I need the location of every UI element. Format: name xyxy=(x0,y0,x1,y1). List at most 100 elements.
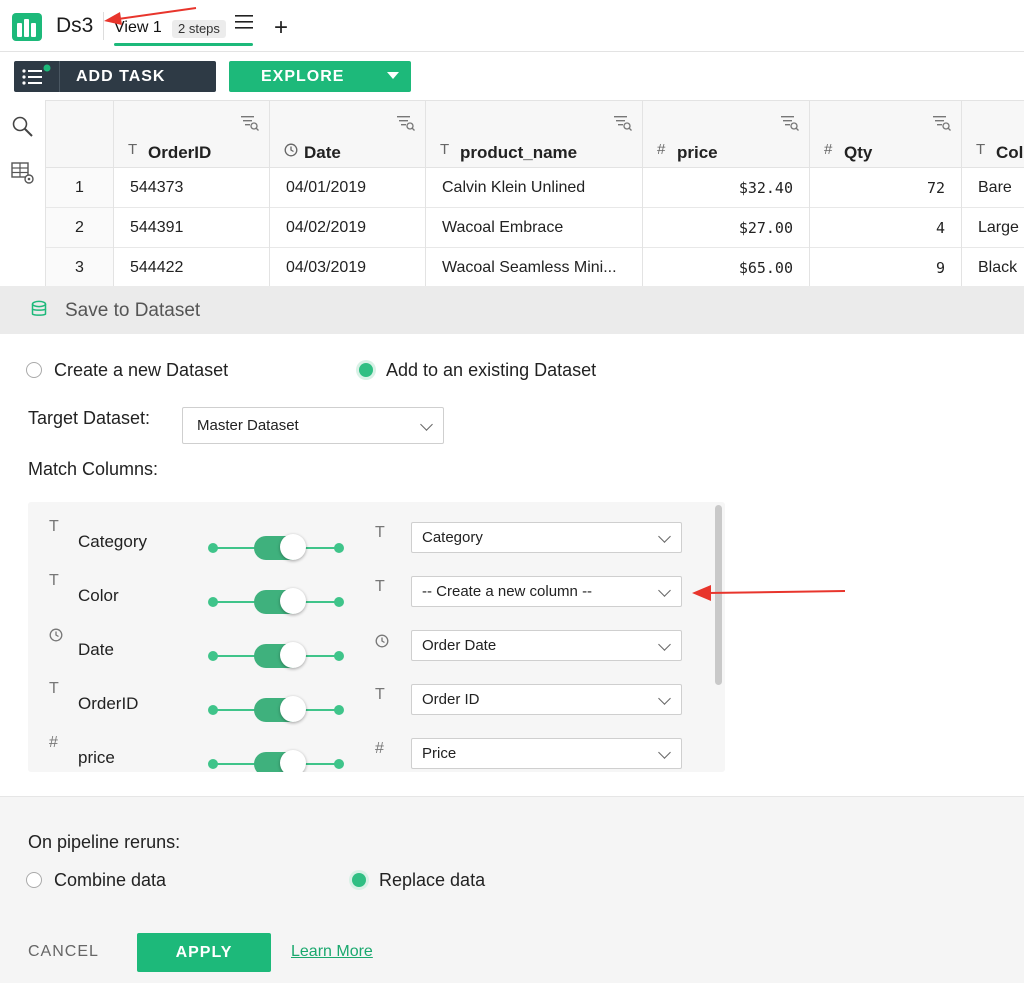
cancel-button[interactable]: CANCEL xyxy=(28,943,99,961)
source-column-name: OrderID xyxy=(78,694,139,713)
combine-data-label[interactable]: Combine data xyxy=(54,870,166,891)
column-name: OrderID xyxy=(148,143,212,162)
index-header xyxy=(46,101,113,168)
column-filter-icon[interactable] xyxy=(241,115,259,131)
table-cell[interactable]: Wacoal Seamless Mini... xyxy=(426,248,642,286)
match-row: Date Order Date xyxy=(28,612,725,668)
table-cell[interactable]: Wacoal Embrace xyxy=(426,208,642,248)
combine-data-radio[interactable] xyxy=(26,872,42,888)
learn-more-link[interactable]: Learn More xyxy=(291,943,373,961)
column-qty[interactable]: # Qty 72 4 9 xyxy=(810,101,962,286)
target-column-value: Category xyxy=(422,529,483,546)
title-divider xyxy=(103,12,104,40)
table-cell[interactable]: 544391 xyxy=(114,208,269,248)
table-cell[interactable]: 72 xyxy=(810,168,961,208)
add-existing-dataset-radio[interactable] xyxy=(359,363,373,377)
column-product-name[interactable]: T product_name Calvin Klein Unlined Waco… xyxy=(426,101,643,286)
add-task-button[interactable]: ADD TASK xyxy=(14,61,216,92)
column-name: Colo xyxy=(996,143,1024,162)
column-map-toggle[interactable] xyxy=(208,534,344,560)
table-cell[interactable]: $32.40 xyxy=(643,168,809,208)
add-view-plus-icon[interactable]: + xyxy=(274,16,288,40)
table-settings-icon[interactable] xyxy=(10,160,36,186)
hamburger-menu-icon[interactable] xyxy=(235,14,253,30)
replace-data-radio[interactable] xyxy=(352,873,366,887)
number-type-icon: # xyxy=(824,141,833,158)
explore-button[interactable]: EXPLORE xyxy=(229,61,411,92)
match-columns-label: Match Columns: xyxy=(28,459,159,479)
chevron-down-icon xyxy=(658,638,671,651)
target-column-select[interactable]: Order Date xyxy=(411,630,682,661)
target-column-select[interactable]: Price xyxy=(411,738,682,769)
column-header[interactable]: T Colo xyxy=(962,101,1024,168)
table-cell[interactable]: Large xyxy=(962,208,1024,248)
grid-left-rail xyxy=(0,100,46,286)
row-index-column: 1 2 3 xyxy=(46,101,114,286)
column-price[interactable]: # price $32.40 $27.00 $65.00 xyxy=(643,101,810,286)
table-cell[interactable]: 04/01/2019 xyxy=(270,168,425,208)
number-type-icon: # xyxy=(49,734,58,751)
column-filter-icon[interactable] xyxy=(397,115,415,131)
dataset-title[interactable]: Ds3 xyxy=(56,14,93,38)
text-type-icon: T xyxy=(49,680,59,697)
row-index: 1 xyxy=(46,168,113,208)
target-dataset-select[interactable]: Master Dataset xyxy=(182,407,444,444)
column-filter-icon[interactable] xyxy=(614,115,632,131)
column-color[interactable]: T Colo Bare Large Black xyxy=(962,101,1024,286)
panel-title: Save to Dataset xyxy=(65,300,201,321)
replace-data-label[interactable]: Replace data xyxy=(379,870,485,891)
column-header[interactable]: # price xyxy=(643,101,809,168)
column-filter-icon[interactable] xyxy=(781,115,799,131)
column-filter-icon[interactable] xyxy=(933,115,951,131)
column-name: Qty xyxy=(844,143,873,162)
text-type-icon: T xyxy=(49,572,59,589)
create-new-dataset-radio[interactable] xyxy=(26,362,42,378)
table-cell[interactable]: Bare xyxy=(962,168,1024,208)
target-column-select[interactable]: Order ID xyxy=(411,684,682,715)
clock-icon xyxy=(284,143,298,157)
clock-icon xyxy=(49,628,63,642)
table-cell[interactable]: 9 xyxy=(810,248,961,286)
column-header[interactable]: T product_name xyxy=(426,101,642,168)
explore-dropdown-caret-icon[interactable] xyxy=(387,72,399,79)
target-column-select[interactable]: Category xyxy=(411,522,682,553)
match-list-scrollbar[interactable] xyxy=(715,505,722,685)
table-cell[interactable]: 04/03/2019 xyxy=(270,248,425,286)
table-cell[interactable]: Black xyxy=(962,248,1024,286)
table-cell[interactable]: 544422 xyxy=(114,248,269,286)
column-map-toggle[interactable] xyxy=(208,696,344,722)
table-cell[interactable]: 4 xyxy=(810,208,961,248)
text-type-icon: T xyxy=(49,518,59,535)
steps-badge: 2 steps xyxy=(172,20,226,38)
column-orderid[interactable]: T OrderID 544373 544391 544422 xyxy=(114,101,270,286)
column-header[interactable]: # Qty xyxy=(810,101,961,168)
number-type-icon: # xyxy=(657,141,666,158)
app-logo-icon[interactable] xyxy=(12,13,42,41)
target-column-value: Order ID xyxy=(422,691,480,708)
table-cell[interactable]: Calvin Klein Unlined xyxy=(426,168,642,208)
source-column-name: Date xyxy=(78,640,114,659)
source-column-name: price xyxy=(78,748,115,767)
column-map-toggle[interactable] xyxy=(208,588,344,614)
text-type-icon: T xyxy=(976,141,986,158)
column-header[interactable]: Date xyxy=(270,101,425,168)
search-icon[interactable] xyxy=(10,114,36,140)
number-type-icon: # xyxy=(375,740,384,757)
column-date[interactable]: Date 04/01/2019 04/02/2019 04/03/2019 xyxy=(270,101,426,286)
target-column-select[interactable]: -- Create a new column -- xyxy=(411,576,682,607)
column-map-toggle[interactable] xyxy=(208,642,344,668)
text-type-icon: T xyxy=(375,524,385,541)
add-existing-dataset-label[interactable]: Add to an existing Dataset xyxy=(386,360,596,381)
row-index: 2 xyxy=(46,208,113,248)
column-name: price xyxy=(677,143,718,162)
table-cell[interactable]: 04/02/2019 xyxy=(270,208,425,248)
table-cell[interactable]: $65.00 xyxy=(643,248,809,286)
column-map-toggle[interactable] xyxy=(208,750,344,772)
table-cell[interactable]: 544373 xyxy=(114,168,269,208)
column-header[interactable]: T OrderID xyxy=(114,101,269,168)
create-new-dataset-label[interactable]: Create a new Dataset xyxy=(54,360,228,381)
target-dataset-value: Master Dataset xyxy=(197,417,299,434)
table-cell[interactable]: $27.00 xyxy=(643,208,809,248)
tab-view-1[interactable]: View 1 xyxy=(114,19,162,37)
apply-button[interactable]: APPLY xyxy=(137,933,271,972)
